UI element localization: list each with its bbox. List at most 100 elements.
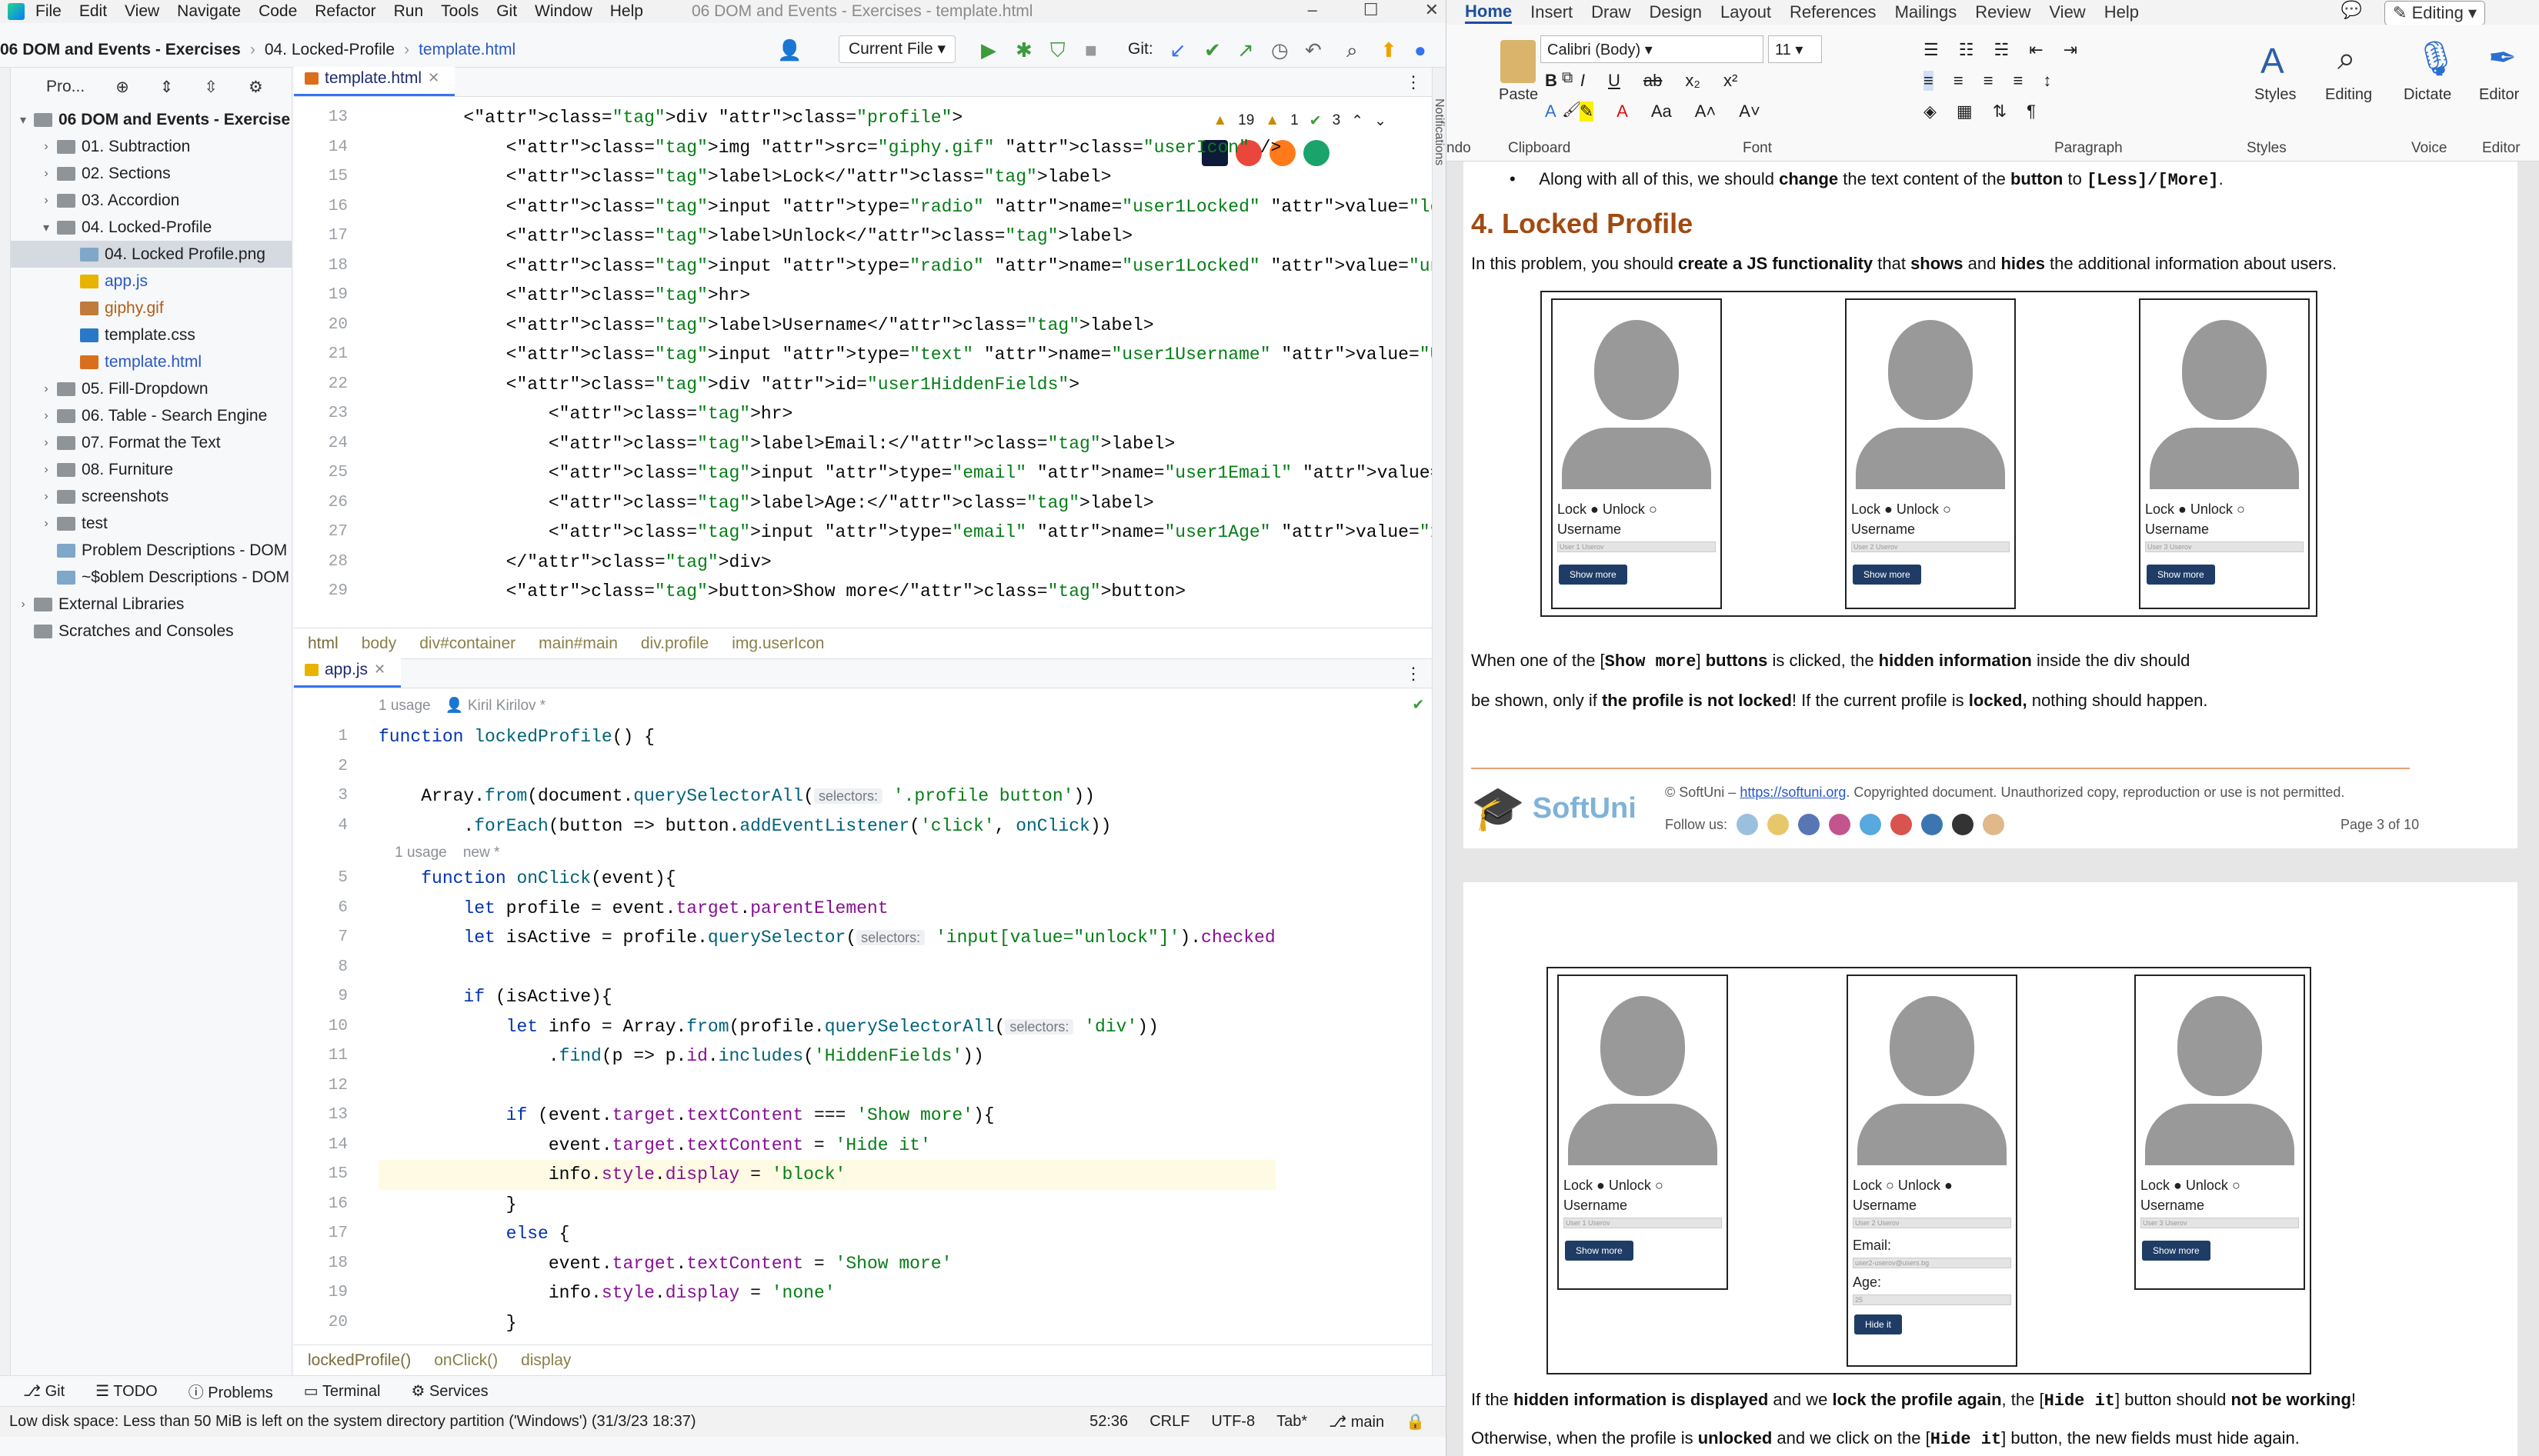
code-line[interactable]: <"attr">class="tag">label>Unlock</"attr"… — [379, 222, 1446, 252]
line-number[interactable]: 20 — [294, 1308, 355, 1338]
close-tab-icon[interactable]: ✕ — [428, 70, 439, 86]
tab-app-js[interactable]: app.js ✕ — [294, 658, 402, 688]
file-encoding[interactable]: UTF-8 — [1211, 1413, 1255, 1431]
breadcrumb-item[interactable]: html — [308, 635, 339, 653]
font-color-icon[interactable]: A — [1616, 102, 1628, 122]
line-number[interactable]: 28 — [294, 548, 355, 578]
breadcrumb-folder[interactable]: 04. Locked-Profile — [265, 41, 395, 59]
git-branch[interactable]: ⎇ main — [1329, 1412, 1384, 1431]
unlocked-paragraph[interactable]: Otherwise, when the profile is unlocked … — [1471, 1428, 2300, 1449]
text-effects-icon[interactable]: A — [1545, 102, 1556, 122]
line-number[interactable]: 12 — [294, 1071, 355, 1101]
project-tree-item[interactable]: Problem Descriptions - DOM — [11, 537, 292, 564]
breadcrumb-item[interactable]: lockedProfile() — [308, 1351, 411, 1370]
tab-review[interactable]: Review — [1975, 2, 2030, 22]
code-line[interactable]: } — [379, 1190, 1276, 1220]
font-name-select[interactable]: Calibri (Body) ▾ — [1540, 35, 1763, 63]
line-number[interactable]: 22 — [294, 370, 355, 400]
twitter-icon[interactable] — [1860, 814, 1882, 835]
code-line[interactable]: function lockedProfile() { — [379, 722, 1276, 752]
menu-run[interactable]: Run — [394, 2, 424, 21]
intro-paragraph[interactable]: In this problem, you should create a JS … — [1471, 254, 2337, 274]
update-icon[interactable]: ⬆ — [1380, 38, 1397, 62]
editor-button[interactable]: Editor — [2479, 86, 2519, 104]
code-line[interactable]: <"attr">class="tag">button>Show more</"a… — [379, 577, 1446, 607]
expand-all-icon[interactable]: ⇕ — [160, 78, 174, 97]
numbering-icon[interactable]: ☷ — [1959, 40, 1974, 60]
tab-references[interactable]: References — [1790, 2, 1877, 22]
line-number[interactable]: 9 — [294, 982, 355, 1012]
editing-mode-button[interactable]: ✎ Editing ▾ — [2384, 1, 2485, 25]
menu-navigate[interactable]: Navigate — [177, 2, 241, 21]
show-more-button[interactable]: Show more — [1565, 1241, 1633, 1261]
shading-icon[interactable]: ◈ — [1923, 102, 1937, 122]
highlight-icon[interactable]: ✎ — [1579, 102, 1594, 122]
breadcrumb-item[interactable]: onClick() — [434, 1351, 498, 1370]
dictate-button[interactable]: Dictate — [2404, 86, 2451, 104]
more-options-icon[interactable]: ⋮ — [1405, 72, 1422, 92]
project-tree-item[interactable]: ▾ 06 DOM and Events - Exercise — [11, 106, 292, 133]
project-tree-item[interactable]: ~$oblem Descriptions - DOM — [11, 564, 292, 591]
chevron-right-icon[interactable]: › — [15, 598, 31, 611]
code-line[interactable]: info.style.display = 'none' — [379, 1278, 1276, 1308]
code-line[interactable] — [379, 752, 1276, 782]
history-icon[interactable]: ◷ — [1271, 38, 1289, 62]
code-line[interactable]: <"attr">class="tag">input "attr">type="e… — [379, 458, 1446, 488]
chevron-down-icon[interactable]: ▾ — [15, 112, 31, 128]
subscript-icon[interactable]: x₂ — [1685, 71, 1700, 91]
debug-icon[interactable]: ✱ — [1016, 38, 1033, 62]
line-number[interactable]: 17 — [294, 1219, 355, 1249]
line-number[interactable]: 20 — [294, 311, 355, 341]
styles-button[interactable]: Styles — [2254, 86, 2296, 104]
lock-radio-row[interactable]: Lock ○ Unlock ● — [1853, 1178, 1953, 1194]
show-more-button[interactable]: Show more — [2147, 565, 2215, 585]
author-name[interactable]: Kiril Kirilov * — [468, 698, 546, 714]
code-line[interactable]: <"attr">class="tag">label>Username</"att… — [379, 311, 1446, 341]
project-tree-item[interactable]: giphy.gif — [11, 295, 292, 322]
line-number[interactable]: 15 — [294, 1160, 355, 1190]
code-line[interactable]: <"attr">class="tag">label>Age:</"attr">c… — [379, 488, 1446, 518]
instagram-icon[interactable] — [1829, 814, 1851, 835]
more-options-icon[interactable]: ⋮ — [1405, 664, 1422, 684]
code-line[interactable]: .forEach(button => button.addEventListen… — [379, 811, 1276, 841]
hidden-info-paragraph[interactable]: If the hidden information is displayed a… — [1471, 1390, 2356, 1411]
menu-view[interactable]: View — [125, 2, 159, 21]
project-pane-title[interactable]: Pro... — [46, 78, 85, 96]
project-tree-item[interactable]: › External Libraries — [11, 591, 292, 618]
chevron-right-icon[interactable]: › — [38, 167, 54, 181]
menu-file[interactable]: File — [35, 2, 62, 21]
line-number[interactable]: 6 — [294, 894, 355, 924]
line-number[interactable]: 25 — [294, 458, 355, 488]
project-tree-item[interactable]: › 05. Fill-Dropdown — [11, 375, 292, 402]
breadcrumb-item[interactable]: display — [521, 1351, 571, 1370]
lock-radio-row[interactable]: Lock ● Unlock ○ — [1563, 1178, 1663, 1194]
chevron-right-icon[interactable]: › — [38, 140, 54, 154]
line-number[interactable]: 14 — [294, 1131, 355, 1161]
comments-icon[interactable]: 💬 — [2341, 0, 2362, 20]
tab-template-html[interactable]: template.html ✕ — [294, 67, 455, 96]
line-number[interactable]: 27 — [294, 518, 355, 548]
lock-radio-row[interactable]: Lock ● Unlock ○ — [2140, 1178, 2240, 1194]
code-line[interactable]: <"attr">class="tag">input "attr">type="t… — [379, 340, 1446, 370]
show-more-button[interactable]: Show more — [1853, 565, 1921, 585]
line-spacing-icon[interactable]: ↕ — [2043, 71, 2051, 91]
line-number[interactable]: 10 — [294, 1012, 355, 1042]
settings-gear-icon[interactable]: ⚙ — [249, 78, 263, 97]
code-line[interactable]: <"attr">class="tag">div "attr">class="pr… — [379, 103, 1446, 133]
code-line[interactable] — [379, 1071, 1276, 1101]
line-number[interactable]: 5 — [294, 864, 355, 894]
project-tree-item[interactable]: 04. Locked Profile.png — [11, 241, 292, 268]
shrink-font-icon[interactable]: A˅ — [1739, 102, 1760, 122]
code-line[interactable]: <"attr">class="tag">hr> — [379, 281, 1446, 311]
code-line[interactable]: <"attr">class="tag">input "attr">type="e… — [379, 518, 1446, 548]
locate-icon[interactable]: ⊕ — [115, 78, 129, 97]
line-number[interactable]: 13 — [294, 103, 355, 133]
line-number[interactable]: 16 — [294, 192, 355, 222]
search-icon[interactable]: ⌕ — [1346, 38, 1358, 63]
code-line[interactable]: <"attr">class="tag">div "attr">id="user1… — [379, 370, 1446, 400]
indent-setting[interactable]: Tab* — [1276, 1413, 1307, 1431]
project-tree-item[interactable]: › 08. Furniture — [11, 456, 292, 483]
align-center-icon[interactable]: ≡ — [1953, 71, 1963, 91]
borders-icon[interactable]: ▦ — [1957, 102, 1973, 122]
code-line[interactable]: let info = Array.from(profile.querySelec… — [379, 1012, 1276, 1042]
